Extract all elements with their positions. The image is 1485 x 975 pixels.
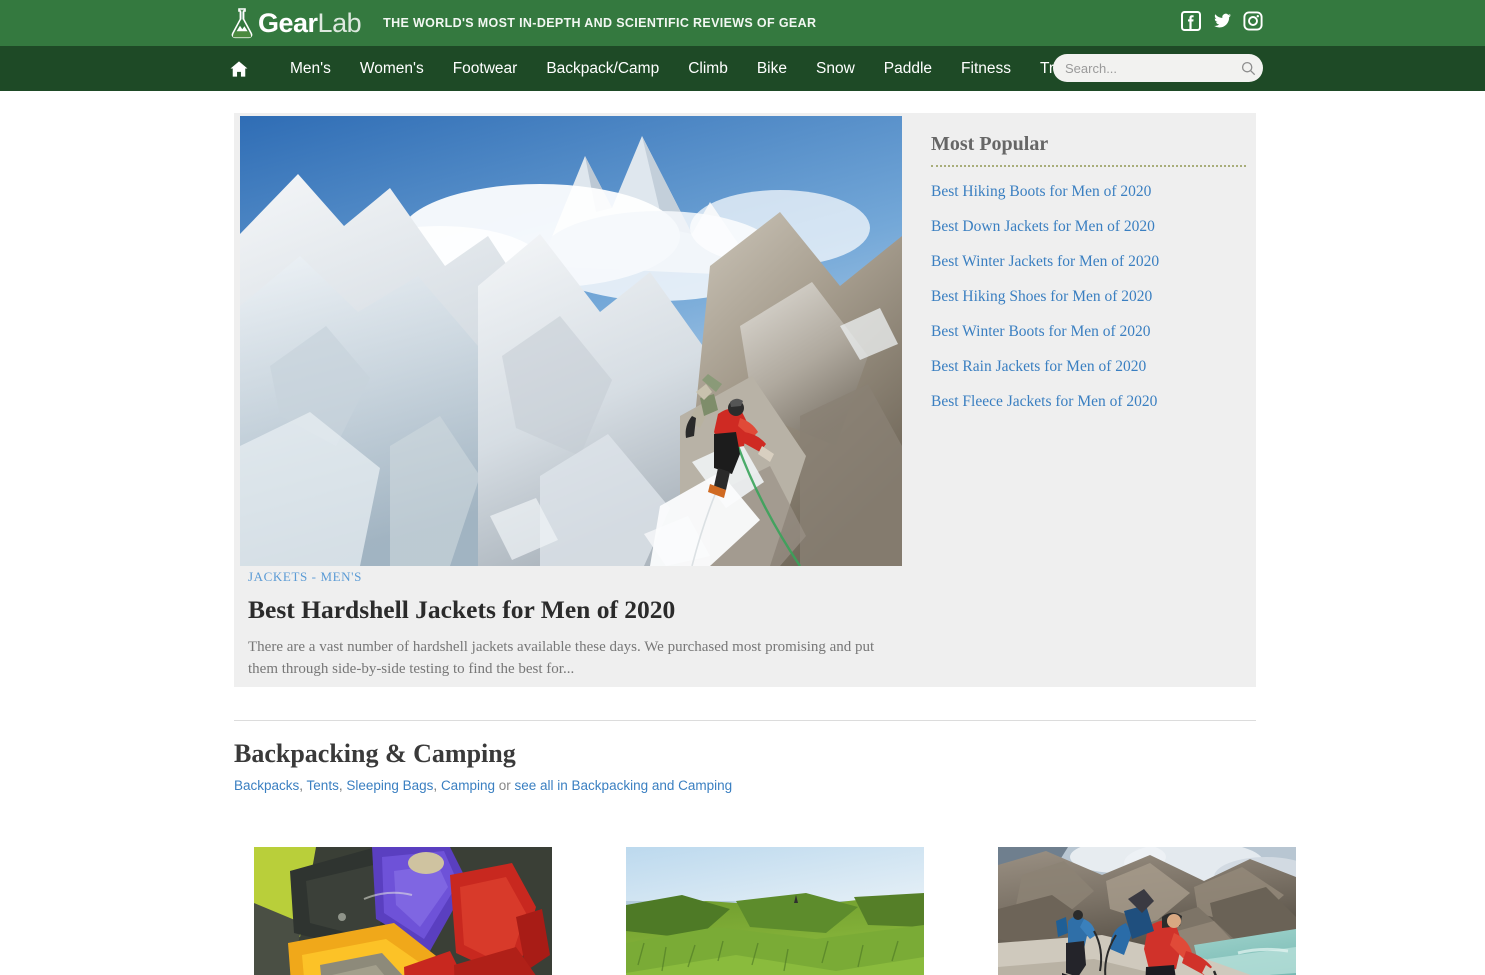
popular-link-rain-jackets[interactable]: Best Rain Jackets for Men of 2020: [931, 348, 1246, 383]
category-thumbnail-camping[interactable]: [626, 847, 924, 975]
search-icon: [1241, 61, 1256, 75]
sidebar-heading: Most Popular: [931, 133, 1049, 155]
site-tagline: THE WORLD'S MOST IN-DEPTH AND SCIENTIFIC…: [383, 16, 817, 30]
featured-article-panel: JACKETS - MEN'S Best Hardshell Jackets f…: [234, 113, 1256, 687]
flask-logo-icon: [228, 7, 256, 39]
popular-link-hiking-shoes[interactable]: Best Hiking Shoes for Men of 2020: [931, 278, 1246, 313]
section-divider: [234, 720, 1256, 721]
instagram-icon[interactable]: [1243, 11, 1263, 31]
subcat-link-see-all[interactable]: see all in Backpacking and Camping: [515, 778, 733, 793]
backpacking-camping-section: Backpacking & Camping Backpacks, Tents, …: [234, 739, 1296, 975]
popular-link-fleece-jackets[interactable]: Best Fleece Jackets for Men of 2020: [931, 383, 1246, 418]
section-subcategory-links: Backpacks, Tents, Sleeping Bags, Camping…: [234, 778, 733, 793]
nav-item-paddle[interactable]: Paddle: [884, 60, 932, 78]
brand-gear-text: Gear: [258, 7, 318, 38]
nav-item-fitness[interactable]: Fitness: [961, 60, 1011, 78]
subcat-link-tents[interactable]: Tents: [307, 778, 339, 793]
popular-link-down-jackets[interactable]: Best Down Jackets for Men of 2020: [931, 208, 1246, 243]
search-input[interactable]: [1065, 60, 1241, 76]
most-popular-sidebar: Most Popular Best Hiking Boots for Men o…: [931, 133, 1246, 418]
featured-article-description: There are a vast number of hardshell jac…: [248, 639, 875, 677]
featured-article-title[interactable]: Best Hardshell Jackets for Men of 2020: [248, 595, 888, 625]
featured-article-meta: JACKETS - MEN'S Best Hardshell Jackets f…: [248, 569, 888, 680]
nav-item-snow[interactable]: Snow: [816, 60, 855, 78]
nav-item-bike[interactable]: Bike: [757, 60, 787, 78]
top-brand-bar: GearLab THE WORLD'S MOST IN-DEPTH AND SC…: [0, 0, 1485, 46]
subcat-link-camping[interactable]: Camping: [441, 778, 495, 793]
category-thumbnail-sleeping-bags[interactable]: [254, 847, 552, 975]
nav-item-backpack-camp[interactable]: Backpack/Camp: [546, 60, 659, 78]
subcat-or-text: or: [498, 778, 511, 793]
nav-item-womens[interactable]: Women's: [360, 60, 424, 78]
category-thumbnail-grid: [254, 847, 1296, 975]
search-box[interactable]: [1053, 54, 1263, 82]
popular-link-winter-boots[interactable]: Best Winter Boots for Men of 2020: [931, 313, 1246, 348]
social-links: [1181, 11, 1263, 31]
featured-article-image[interactable]: [240, 116, 902, 566]
nav-item-mens[interactable]: Men's: [290, 60, 331, 78]
sidebar-divider: [931, 165, 1246, 167]
home-icon[interactable]: [228, 56, 254, 82]
subcat-link-sleeping-bags[interactable]: Sleeping Bags: [346, 778, 433, 793]
nav-item-climb[interactable]: Climb: [688, 60, 728, 78]
facebook-icon[interactable]: [1181, 11, 1201, 31]
subcat-link-backpacks[interactable]: Backpacks: [234, 778, 299, 793]
featured-article-kicker[interactable]: JACKETS - MEN'S: [248, 569, 888, 585]
popular-link-winter-jackets[interactable]: Best Winter Jackets for Men of 2020: [931, 243, 1246, 278]
page-root: GearLab THE WORLD'S MOST IN-DEPTH AND SC…: [0, 0, 1485, 975]
popular-link-hiking-boots[interactable]: Best Hiking Boots for Men of 2020: [931, 173, 1246, 208]
section-title: Backpacking & Camping: [234, 739, 516, 768]
site-logo[interactable]: GearLab: [228, 7, 362, 39]
nav-item-footwear[interactable]: Footwear: [453, 60, 518, 78]
twitter-icon[interactable]: [1212, 11, 1232, 31]
brand-lab-text: Lab: [317, 7, 362, 38]
category-thumbnail-backpacks[interactable]: [998, 847, 1296, 975]
brand-wordmark: GearLab: [258, 7, 362, 39]
